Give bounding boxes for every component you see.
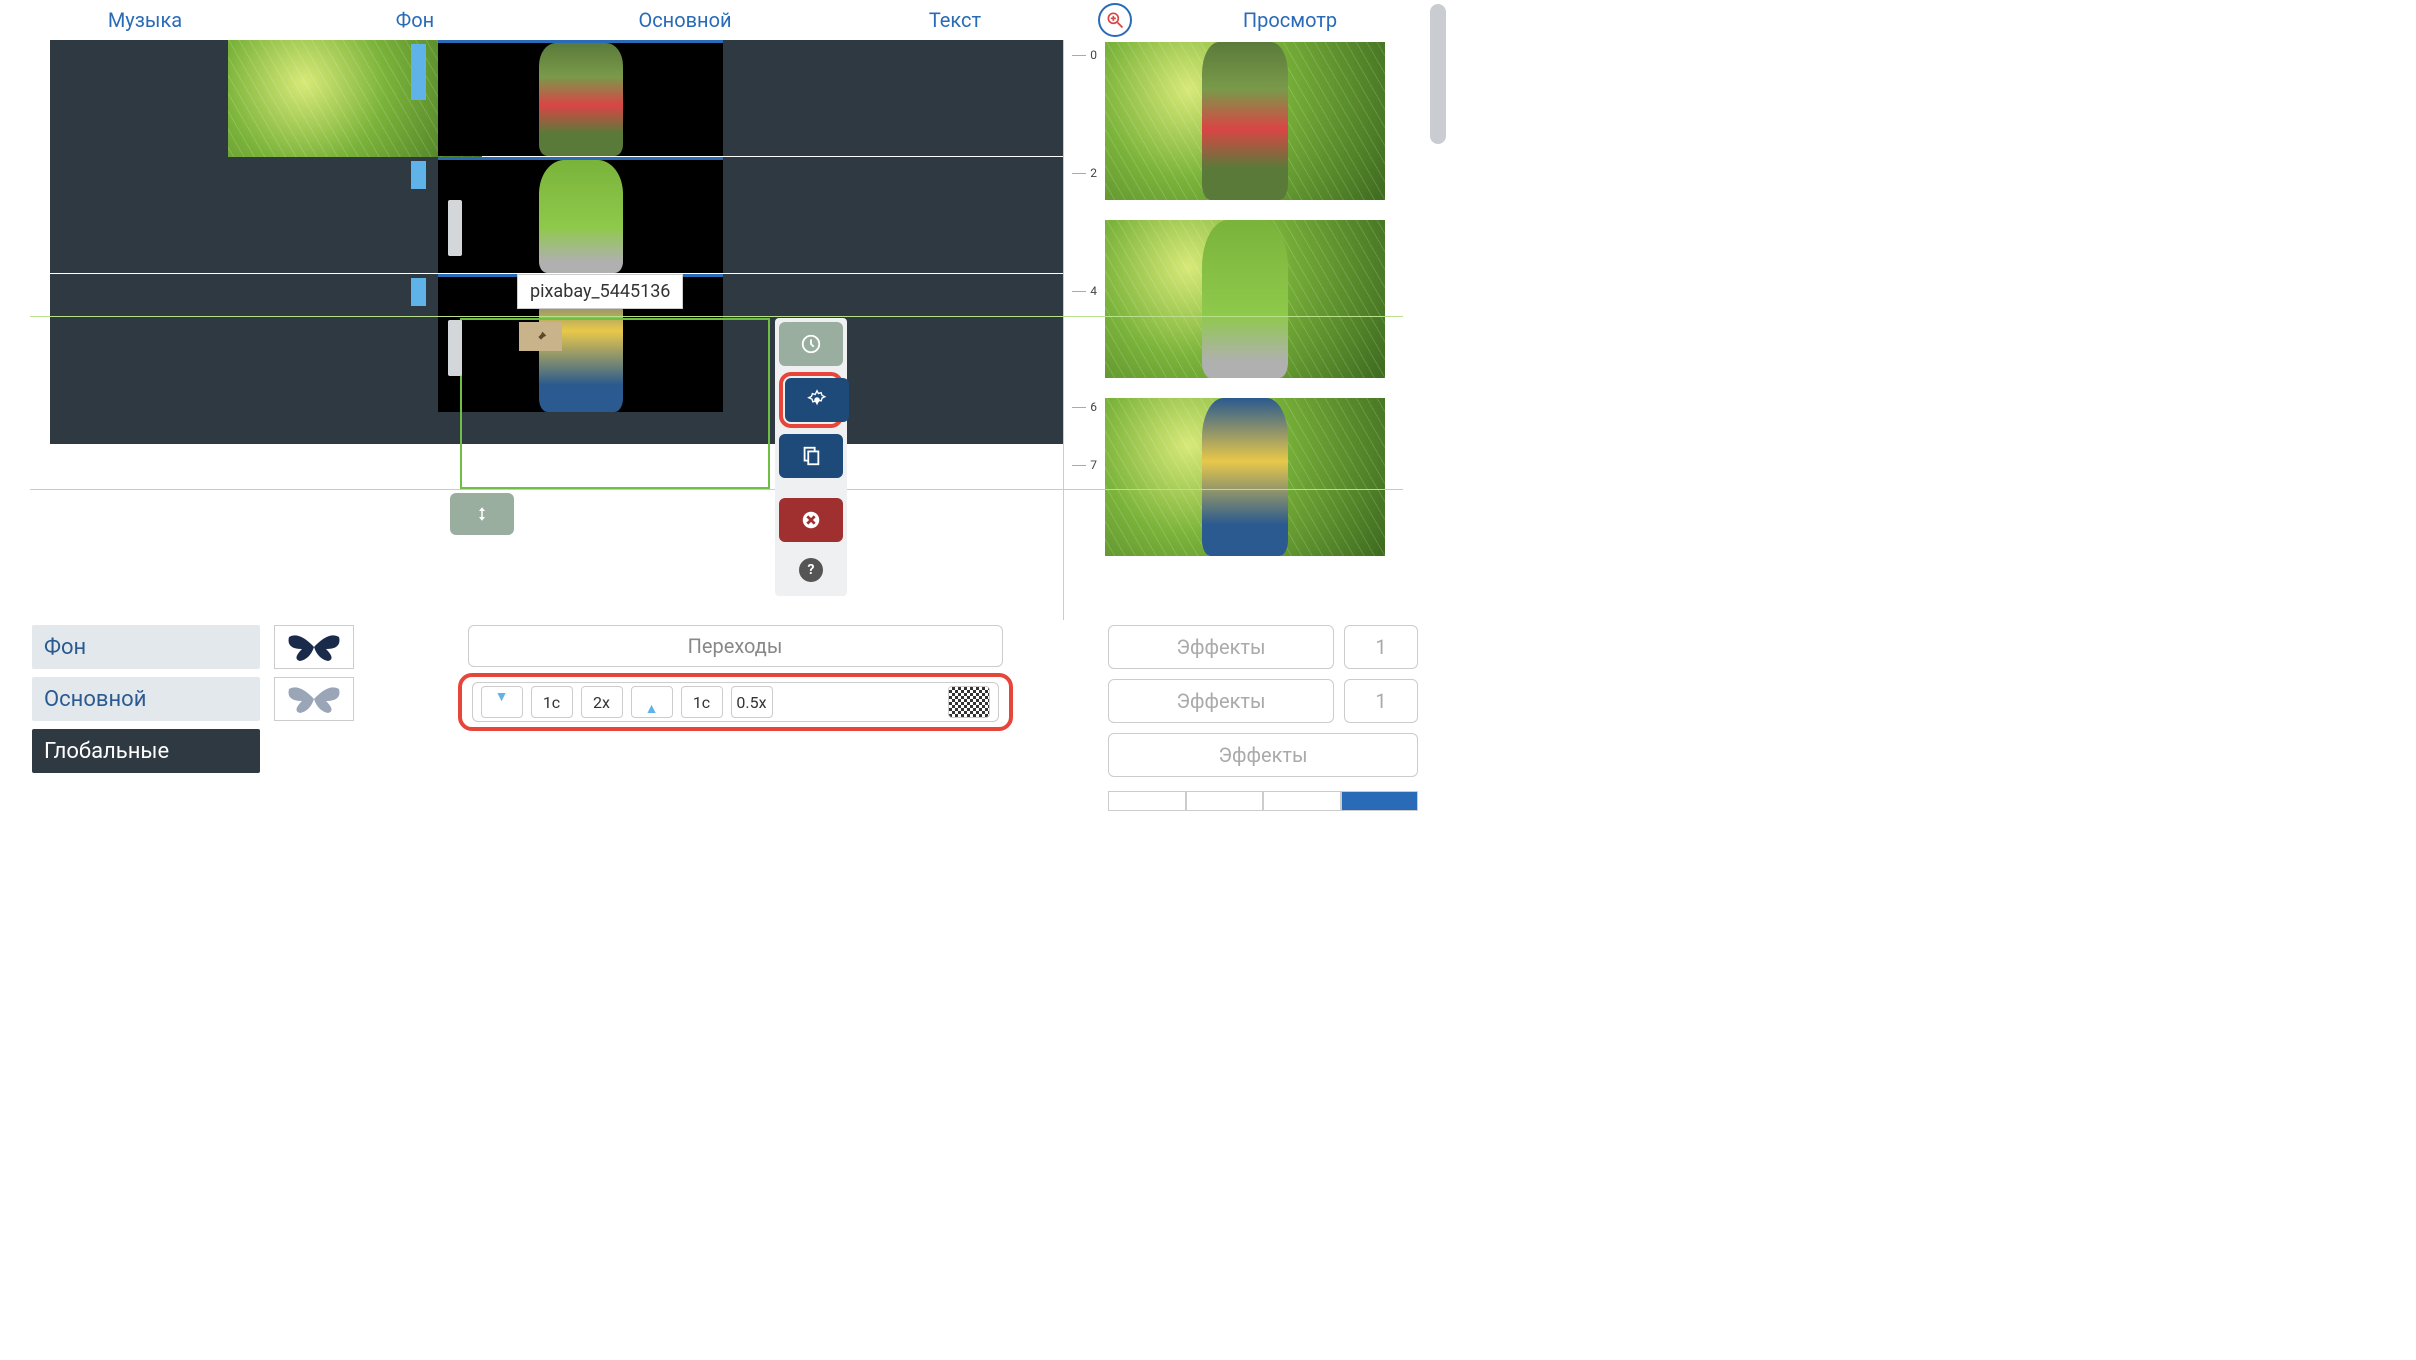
copy-button[interactable] <box>779 434 843 478</box>
tab-text[interactable]: Текст <box>820 8 1090 32</box>
resize-vertical-icon <box>473 503 491 525</box>
duration-button[interactable] <box>779 322 843 366</box>
clip-column <box>438 40 723 412</box>
tab-music[interactable]: Музыка <box>10 8 280 32</box>
ruler-tick-2: 2 <box>1090 166 1097 180</box>
seg-3[interactable] <box>1263 791 1341 811</box>
transitions-panel: Переходы ▼ 1с 2x ▲ 1с 0.5x <box>378 625 1092 811</box>
trans-pattern-box[interactable] <box>948 686 990 718</box>
trans-in-speed[interactable]: 2x <box>581 686 623 718</box>
layer-selector: Фон Основной Глобальные <box>32 625 362 811</box>
preview-thumb-1[interactable] <box>1105 42 1385 200</box>
trans-out-speed[interactable]: 0.5x <box>731 686 773 718</box>
layer-bg-thumb[interactable] <box>274 625 354 669</box>
settings-highlight <box>779 372 843 428</box>
vertical-scrollbar[interactable] <box>1430 4 1446 144</box>
layer-global-button[interactable]: Глобальные <box>32 729 260 773</box>
effects-button-3[interactable]: Эффекты <box>1108 733 1418 777</box>
zoom-in-button[interactable] <box>1098 3 1132 37</box>
arrow-down-icon: ▼ <box>495 688 509 705</box>
clip-1[interactable] <box>438 40 723 156</box>
workspace: pixabay_5445136 ? <box>0 40 1450 620</box>
zoom-in-icon <box>1105 10 1125 30</box>
bottom-controls: Фон Основной Глобальные Переходы ▼ 1с 2x… <box>0 625 1450 811</box>
transitions-controls: ▼ 1с 2x ▲ 1с 0.5x <box>472 682 999 722</box>
delete-icon <box>800 509 822 531</box>
clip-row2-handle[interactable] <box>448 200 462 256</box>
transitions-button[interactable]: Переходы <box>468 625 1003 667</box>
time-ruler: 0 2 4 6 7 <box>1063 40 1105 620</box>
resize-handle[interactable] <box>450 493 514 535</box>
clip-thumb-1 <box>539 43 623 156</box>
transitions-highlight: ▼ 1с 2x ▲ 1с 0.5x <box>458 673 1013 731</box>
tab-preview[interactable]: Просмотр <box>1140 8 1440 32</box>
copy-icon <box>800 445 822 467</box>
layer-main-button[interactable]: Основной <box>32 677 260 721</box>
butterfly-icon <box>284 629 344 665</box>
clip-thumb-2 <box>539 160 623 273</box>
clip-tooltip: pixabay_5445136 <box>517 274 683 309</box>
effects-button-2[interactable]: Эффекты <box>1108 679 1334 723</box>
timeline-area: pixabay_5445136 ? <box>0 40 1063 620</box>
clip-row3-handle[interactable] <box>448 320 462 376</box>
ruler-tick-4: 4 <box>1090 284 1097 298</box>
layer-bg-button[interactable]: Фон <box>32 625 260 669</box>
tab-main[interactable]: Основной <box>550 8 820 32</box>
pin-badge[interactable] <box>519 322 562 351</box>
guide-line-top <box>30 316 1403 317</box>
clip-action-panel: ? <box>775 318 847 596</box>
seg-4[interactable] <box>1341 791 1419 811</box>
tab-background[interactable]: Фон <box>280 8 550 32</box>
trans-in-duration[interactable]: 1с <box>531 686 573 718</box>
layer-main-thumb[interactable] <box>274 677 354 721</box>
trans-out-duration[interactable]: 1с <box>681 686 723 718</box>
effects-count-2[interactable]: 1 <box>1344 679 1418 723</box>
seg-1[interactable] <box>1108 791 1186 811</box>
preview-thumb-3[interactable] <box>1105 398 1385 556</box>
ruler-tick-6: 6 <box>1090 400 1097 414</box>
effects-segments[interactable] <box>1108 791 1418 811</box>
butterfly-icon <box>284 681 344 717</box>
clip-2[interactable] <box>438 157 723 273</box>
ruler-tick-0: 0 <box>1090 48 1097 62</box>
seg-2[interactable] <box>1186 791 1264 811</box>
effects-count-1[interactable]: 1 <box>1344 625 1418 669</box>
pin-icon <box>533 329 549 345</box>
help-icon: ? <box>799 558 823 582</box>
ruler-tick-7: 7 <box>1090 458 1097 472</box>
help-button[interactable]: ? <box>779 548 843 592</box>
arrow-up-icon: ▲ <box>645 700 659 717</box>
preview-thumb-2[interactable] <box>1105 220 1385 378</box>
trans-in-box[interactable]: ▼ <box>481 686 523 718</box>
gear-icon <box>806 389 828 411</box>
delete-button[interactable] <box>779 498 843 542</box>
top-tabs: Музыка Фон Основной Текст Просмотр <box>0 0 1450 40</box>
preview-panel: 0 2 4 6 7 <box>1063 40 1393 620</box>
effects-panel: Эффекты 1 Эффекты 1 Эффекты <box>1108 625 1418 811</box>
trans-out-box[interactable]: ▲ <box>631 686 673 718</box>
effects-button-1[interactable]: Эффекты <box>1108 625 1334 669</box>
guide-line-bottom <box>30 489 1403 490</box>
settings-button[interactable] <box>785 378 849 422</box>
clock-icon <box>800 333 822 355</box>
preview-thumbs <box>1105 40 1393 620</box>
